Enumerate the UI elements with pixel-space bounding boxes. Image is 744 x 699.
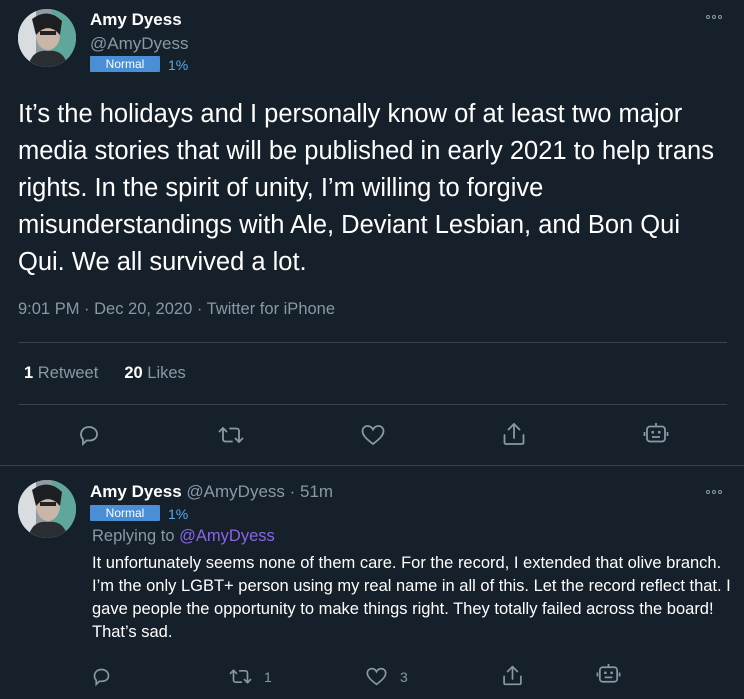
bot-icon (596, 663, 621, 683)
like-stat[interactable]: 20 Likes (124, 364, 185, 383)
divider (18, 342, 727, 343)
divider (0, 465, 744, 466)
replying-prefix: Replying to (92, 527, 175, 545)
reply-icon (93, 668, 110, 687)
retweet-stat[interactable]: 1 Retweet (24, 364, 98, 383)
bot-button[interactable] (596, 662, 621, 687)
engagement-stats: 1 Retweet 20 Likes (24, 364, 186, 383)
like-count: 20 (124, 364, 143, 382)
like-count: 3 (400, 668, 408, 685)
retweet-icon (229, 669, 252, 684)
divider (18, 404, 727, 405)
mention-link[interactable]: @AmyDyess (179, 527, 275, 545)
tweet-thread: Amy Dyess @AmyDyess Normal 1% It’s the h… (0, 0, 744, 699)
author-name[interactable]: Amy Dyess (90, 10, 182, 30)
badge-percent: 1% (168, 57, 189, 73)
badge-percent: 1% (168, 506, 189, 522)
reply-text: It unfortunately seems none of them care… (92, 554, 731, 641)
replying-to: Replying to @AmyDyess (92, 527, 275, 546)
avatar[interactable] (18, 9, 76, 67)
share-icon (503, 423, 525, 445)
avatar[interactable] (18, 480, 76, 538)
share-button[interactable] (501, 421, 527, 447)
retweet-count: 1 (24, 364, 34, 382)
reply-button[interactable] (77, 423, 101, 447)
share-button[interactable] (501, 664, 524, 687)
status-badge: Normal (90, 505, 160, 521)
retweet-button[interactable] (218, 423, 244, 447)
retweet-button[interactable]: 1 (229, 666, 272, 687)
reply-button[interactable] (91, 666, 112, 687)
retweet-label: Retweet (37, 364, 99, 382)
retweet-icon (218, 427, 244, 443)
share-icon (503, 665, 522, 686)
retweet-count: 1 (264, 668, 272, 685)
status-badge: Normal (90, 56, 160, 72)
bot-button[interactable] (643, 421, 669, 447)
tweet-text: It’s the holidays and I personally know … (18, 100, 714, 276)
author-handle[interactable]: @AmyDyess (90, 34, 189, 54)
reply-icon (80, 426, 98, 447)
more-icon[interactable] (706, 15, 722, 19)
like-button[interactable]: 3 (365, 666, 408, 687)
like-label: Likes (147, 364, 186, 382)
author-name[interactable]: Amy Dyess (90, 482, 182, 501)
author-handle-time[interactable]: @AmyDyess · 51m (186, 482, 333, 501)
like-button[interactable] (360, 423, 386, 447)
tweet-timestamp[interactable]: 9:01 PM · Dec 20, 2020 · Twitter for iPh… (18, 300, 335, 319)
like-icon (361, 425, 385, 446)
bot-icon (643, 423, 669, 443)
reply-header: Amy Dyess @AmyDyess · 51m (90, 482, 333, 502)
like-icon (366, 667, 387, 686)
more-icon[interactable] (706, 490, 722, 494)
